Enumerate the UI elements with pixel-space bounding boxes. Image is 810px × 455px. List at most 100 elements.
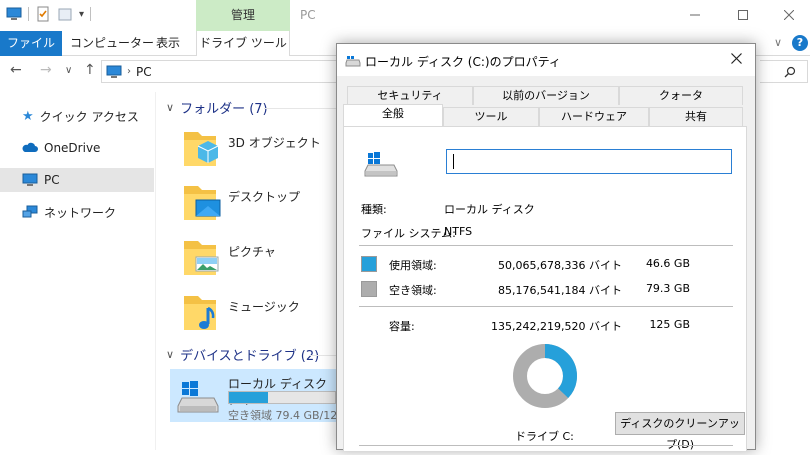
drive-usage-fill [229,392,269,403]
dialog-title: ローカル ディスク (C:)のプロパティ [365,55,561,69]
search-icon [784,66,796,78]
pc-icon [22,173,38,186]
used-space-label: 使用領域: [389,259,437,272]
folder-desktop[interactable]: デスクトップ [180,180,300,226]
pictures-folder-icon [184,241,219,275]
tab-quota[interactable]: クォータ [619,86,743,105]
text-caret [453,154,454,169]
tab-general[interactable]: 全般 [343,104,443,126]
folder-label: 3D オブジェクト [228,136,321,150]
minimize-button[interactable] [672,4,718,26]
toolbar-separator [90,7,92,21]
free-space-bytes: 85,176,541,184 バイト [498,284,622,297]
file-system-value: NTFS [444,225,473,238]
sidebar-item-label: PC [44,173,60,187]
close-icon [730,53,742,64]
tab-view[interactable]: 表示 [146,31,190,56]
search-field[interactable] [760,60,808,83]
used-space-swatch [361,256,377,272]
maximize-button[interactable] [720,4,766,26]
capacity-gb: 125 GB [649,318,690,331]
tab-security[interactable]: セキュリティ [347,86,473,105]
drive-letter-label: ドライブ C: [515,430,574,443]
breadcrumb-chevron-icon[interactable]: › [127,66,131,77]
windows-drive-icon [177,381,219,413]
music-folder-icon [184,296,216,330]
new-folder-icon[interactable] [57,6,73,22]
maximize-icon [738,10,748,20]
properties-icon[interactable] [35,6,51,22]
back-arrow-icon[interactable]: ← [10,62,22,78]
close-window-button[interactable] [766,4,810,26]
drive-label-input[interactable] [446,149,732,174]
free-space-label: 空き領域: [389,284,437,297]
breadcrumb[interactable]: PC [136,65,152,79]
navigation-pane: ★ クイック アクセス OneDrive PC ネットワーク [0,92,156,450]
dialog-close-button[interactable] [723,49,749,71]
minimize-icon [690,14,700,16]
type-value: ローカル ディスク [444,203,535,216]
section-divider [359,306,733,307]
section-divider [359,245,733,246]
group-header-label: デバイスとドライブ (2) [180,348,320,364]
type-label: 種類: [361,203,387,216]
sidebar-item-quick-access[interactable]: ★ クイック アクセス [0,104,154,128]
close-icon [784,10,794,20]
folder-label: デスクトップ [228,190,301,204]
tab-tools[interactable]: ツール [443,107,539,126]
folder-3d-objects[interactable]: 3D オブジェクト [180,126,321,172]
usage-donut-chart [512,343,578,409]
capacity-bytes: 135,242,219,520 バイト [491,320,622,333]
star-icon: ★ [22,108,34,124]
used-space-gb: 46.6 GB [645,257,690,270]
explorer-titlebar: ▾ 管理 PC [0,0,810,31]
recent-locations-chevron-icon[interactable]: ∨ [65,65,72,76]
drive-icon [345,56,361,67]
quick-access-toolbar: ▾ [6,6,92,22]
sidebar-item-label: クイック アクセス [39,109,139,124]
tab-previous-versions[interactable]: 以前のバージョン [473,86,619,105]
network-icon [22,205,38,218]
help-icon[interactable]: ? [792,35,808,51]
folders-group-header[interactable]: ∨ フォルダー (7) [166,98,268,117]
window-title: PC [300,8,316,22]
free-space-gb: 79.3 GB [645,282,690,295]
forward-arrow-icon[interactable]: → [40,62,52,78]
3d-objects-folder-icon [184,132,219,166]
drive-c-tile[interactable]: ローカル ディスク (C:) 空き領域 79.4 GB/125 [170,369,336,422]
tab-file[interactable]: ファイル [0,31,62,56]
tab-sharing[interactable]: 共有 [649,107,743,126]
drive-usage-bar [228,391,336,404]
drive-free-space: 空き領域 79.4 GB/125 [228,409,336,422]
free-space-swatch [361,281,377,297]
tab-drive-tools[interactable]: ドライブ ツール [196,31,290,56]
folder-pictures[interactable]: ピクチャ [180,235,276,281]
sidebar-item-label: ネットワーク [44,205,117,220]
pc-icon[interactable] [6,6,22,22]
used-space-bytes: 50,065,678,336 バイト [498,259,622,272]
dialog-titlebar: ローカル ディスク (C:)のプロパティ [337,44,755,76]
expand-ribbon-chevron-icon[interactable]: ∨ [774,36,782,49]
sidebar-item-network[interactable]: ネットワーク [0,200,154,224]
disk-cleanup-button[interactable]: ディスクのクリーンアップ(D) [615,412,745,451]
tab-hardware[interactable]: ハードウェア [539,107,649,126]
sidebar-item-onedrive[interactable]: OneDrive [0,136,154,160]
collapse-chevron-icon: ∨ [166,347,175,361]
address-field[interactable]: › PC [101,60,341,83]
collapse-chevron-icon: ∨ [166,100,175,114]
folder-music[interactable]: ミュージック [180,290,300,336]
pc-icon [106,65,122,78]
sidebar-item-label: OneDrive [44,141,101,155]
cloud-icon [22,142,38,152]
manage-context-tab-title: 管理 [196,0,290,31]
usage-donut-svg [513,344,577,408]
up-arrow-icon[interactable]: ↑ [84,62,96,78]
general-tab-panel: 種類: ローカル ディスク ファイル システム: NTFS 使用領域: 50,0… [343,126,747,451]
capacity-label: 容量: [389,320,415,333]
devices-group-header[interactable]: ∨ デバイスとドライブ (2) [166,345,320,364]
drive-properties-dialog: ローカル ディスク (C:)のプロパティ セキュリティ 以前のバージョン クォー… [336,43,756,451]
sidebar-item-pc[interactable]: PC [0,168,154,192]
section-divider [359,445,733,446]
customize-toolbar-chevron-icon[interactable]: ▾ [79,9,84,20]
windows-drive-icon [364,152,398,177]
